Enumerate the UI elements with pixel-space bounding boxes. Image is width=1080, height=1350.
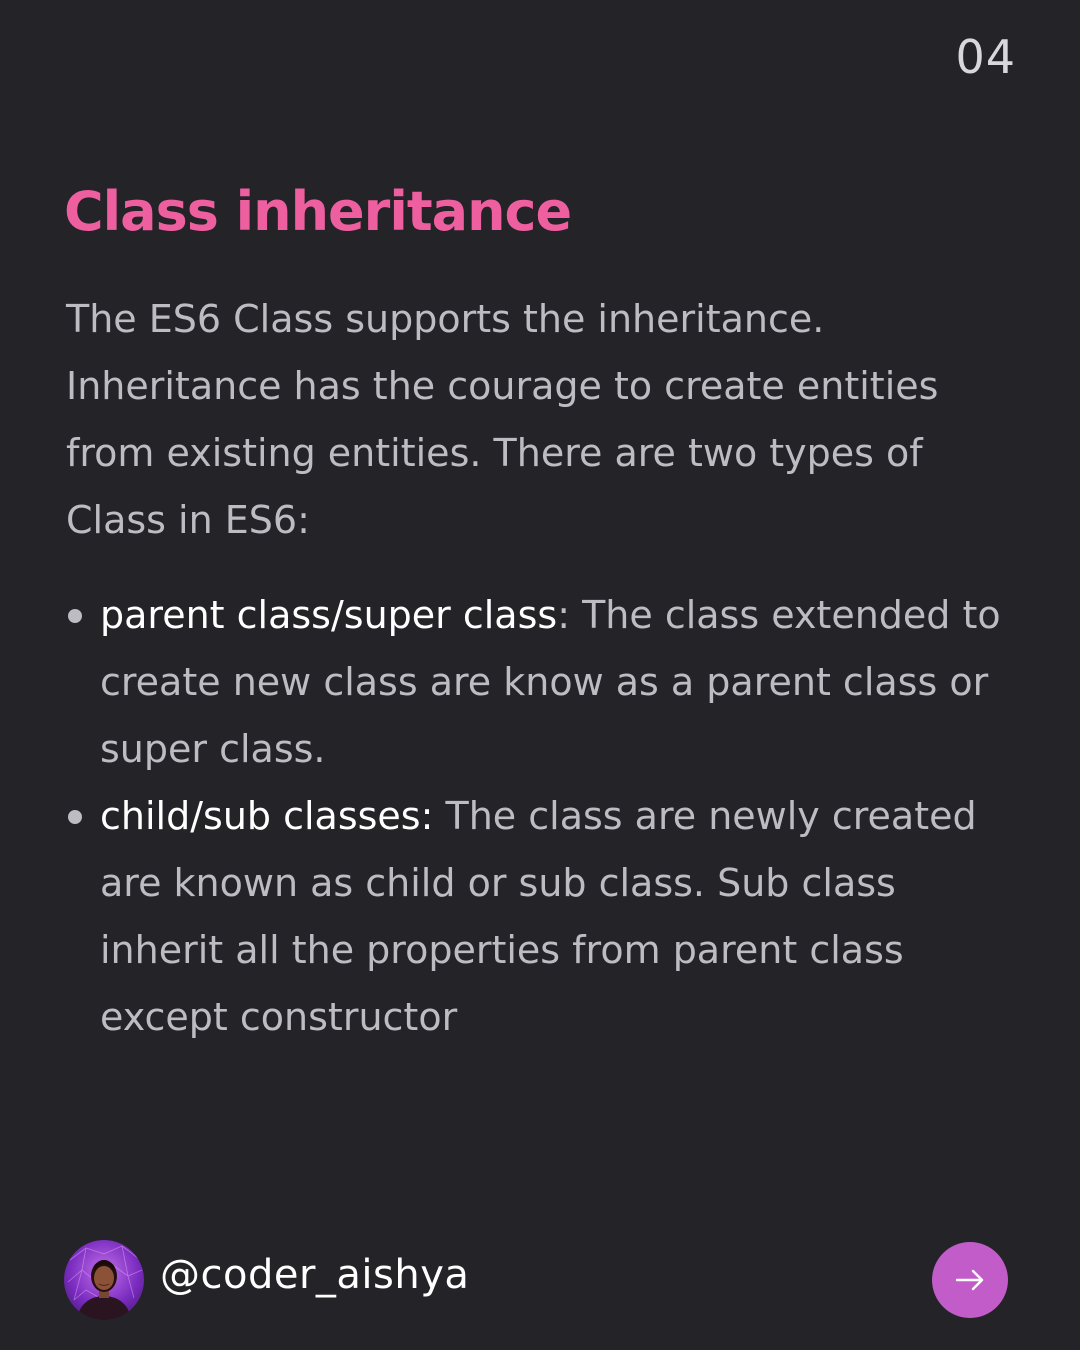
bullet-term: child/sub classes: xyxy=(100,794,434,838)
profile-photo-icon xyxy=(67,1245,143,1320)
bullet-dot-icon xyxy=(68,609,82,623)
next-button[interactable] xyxy=(932,1242,1008,1318)
intro-paragraph: The ES6 Class supports the inheritance. … xyxy=(66,297,939,542)
avatar[interactable] xyxy=(64,1240,144,1320)
bullet-term: parent class/super class xyxy=(100,593,558,637)
list-item-child-class: child/sub classes: The class are newly c… xyxy=(64,783,1014,1051)
page-number: 04 xyxy=(955,30,1016,84)
arrow-right-icon xyxy=(955,1269,984,1291)
list-item-parent-class: parent class/super class: The class exte… xyxy=(64,582,1014,783)
bullet-dot-icon xyxy=(68,810,82,824)
author-handle[interactable]: @coder_aishya xyxy=(160,1252,469,1298)
footer: @coder_aishya xyxy=(64,1240,1008,1320)
bullet-list: parent class/super class: The class exte… xyxy=(64,582,1014,1051)
page-title: Class inheritance xyxy=(64,180,572,243)
